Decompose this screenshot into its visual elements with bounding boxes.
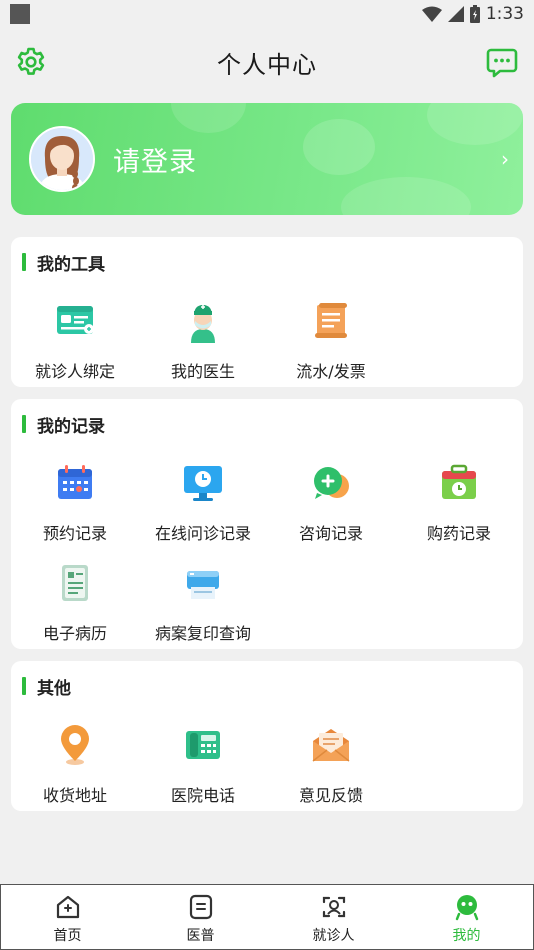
login-card[interactable]: 请登录 › — [11, 103, 523, 215]
record-consultation[interactable]: 咨询记录 — [267, 461, 395, 553]
avatar — [29, 126, 95, 192]
envelope-icon — [312, 729, 350, 762]
other-shipping-address[interactable]: 收货地址 — [11, 723, 139, 815]
chat-plus-icon — [314, 467, 349, 499]
status-indicators: 1:33 — [421, 4, 524, 24]
section-accent-bar — [22, 253, 26, 271]
tool-label: 我的医生 — [170, 362, 235, 381]
section-title: 我的记录 — [37, 416, 105, 437]
records-card-header: 我的记录 — [22, 413, 105, 437]
records-card: 我的记录 预约记录 在线问诊记录 咨询记录 购药记录 电子病历 病案复印查询 — [11, 399, 523, 649]
section-accent-bar — [22, 677, 26, 695]
decor-bubble — [341, 177, 471, 215]
nav-label: 我的 — [452, 928, 481, 944]
header: 个人中心 — [0, 36, 534, 88]
record-appointment[interactable]: 预约记录 — [11, 461, 139, 553]
section-title: 其他 — [37, 678, 71, 699]
tool-patient-binding[interactable]: 就诊人绑定 — [11, 299, 139, 391]
decor-bubble — [427, 103, 523, 145]
profile-face-icon — [455, 895, 478, 921]
notification-icon — [10, 4, 30, 24]
record-label: 在线问诊记录 — [154, 524, 251, 543]
nav-label: 医普 — [186, 928, 215, 944]
tool-invoice[interactable]: 流水/发票 — [267, 299, 395, 391]
record-label: 电子病历 — [42, 624, 107, 643]
other-card-header: 其他 — [22, 675, 71, 699]
signal-icon — [447, 6, 464, 22]
status-time: 1:33 — [485, 4, 524, 24]
tool-label: 就诊人绑定 — [34, 362, 115, 381]
location-pin-icon — [61, 725, 89, 765]
record-emr[interactable]: 电子病历 — [11, 561, 139, 653]
login-prompt: 请登录 — [113, 146, 197, 178]
avatar-woman-icon — [31, 128, 93, 190]
patient-card-icon — [57, 306, 94, 334]
tool-label: 流水/发票 — [296, 362, 366, 381]
nav-label: 首页 — [53, 928, 82, 944]
nav-patients[interactable]: 就诊人 — [267, 885, 400, 949]
status-bar: 1:33 — [0, 0, 534, 28]
record-label: 咨询记录 — [298, 524, 363, 543]
nav-mine[interactable]: 我的 — [400, 885, 533, 949]
monitor-clock-icon — [184, 466, 222, 501]
wifi-icon — [421, 6, 442, 22]
tools-card-header: 我的工具 — [22, 251, 105, 275]
medicine-box-icon — [442, 464, 476, 499]
home-icon — [56, 895, 79, 919]
other-feedback[interactable]: 意见反馈 — [267, 723, 395, 815]
record-case-copy[interactable]: 病案复印查询 — [139, 561, 267, 653]
record-label: 病案复印查询 — [154, 624, 251, 643]
article-icon — [189, 894, 212, 920]
record-label: 预约记录 — [42, 524, 107, 543]
doctor-icon — [191, 305, 215, 343]
page-title: 个人中心 — [217, 50, 317, 79]
decor-bubble — [303, 119, 375, 175]
gear-icon[interactable] — [15, 46, 47, 78]
calendar-icon — [58, 465, 92, 499]
record-label: 购药记录 — [426, 524, 491, 543]
chevron-right-icon: › — [501, 147, 509, 171]
nav-health-articles[interactable]: 医普 — [134, 885, 267, 949]
section-accent-bar — [22, 415, 26, 433]
tools-card: 我的工具 就诊人绑定 我的医生 流水/发票 — [11, 237, 523, 387]
bottom-nav: 首页 医普 就诊人 我的 — [0, 884, 534, 950]
record-online-consult[interactable]: 在线问诊记录 — [139, 461, 267, 553]
battery-icon — [469, 5, 480, 23]
nav-home[interactable]: 首页 — [1, 885, 134, 949]
other-label: 医院电话 — [170, 786, 235, 805]
other-card: 其他 收货地址 医院电话 意见反馈 — [11, 661, 523, 811]
section-title: 我的工具 — [37, 254, 105, 275]
decor-bubble — [171, 103, 246, 133]
nav-label: 就诊人 — [312, 928, 355, 944]
record-medicine-purchase[interactable]: 购药记录 — [395, 461, 523, 553]
printer-icon — [187, 571, 219, 599]
telephone-icon — [186, 731, 220, 759]
other-label: 收货地址 — [42, 786, 107, 805]
invoice-icon — [315, 303, 347, 338]
other-hospital-phone[interactable]: 医院电话 — [139, 723, 267, 815]
tool-my-doctor[interactable]: 我的医生 — [139, 299, 267, 391]
patient-scan-icon — [322, 896, 345, 918]
message-icon[interactable] — [486, 46, 518, 78]
other-label: 意见反馈 — [298, 786, 363, 805]
medical-record-icon — [62, 565, 88, 601]
